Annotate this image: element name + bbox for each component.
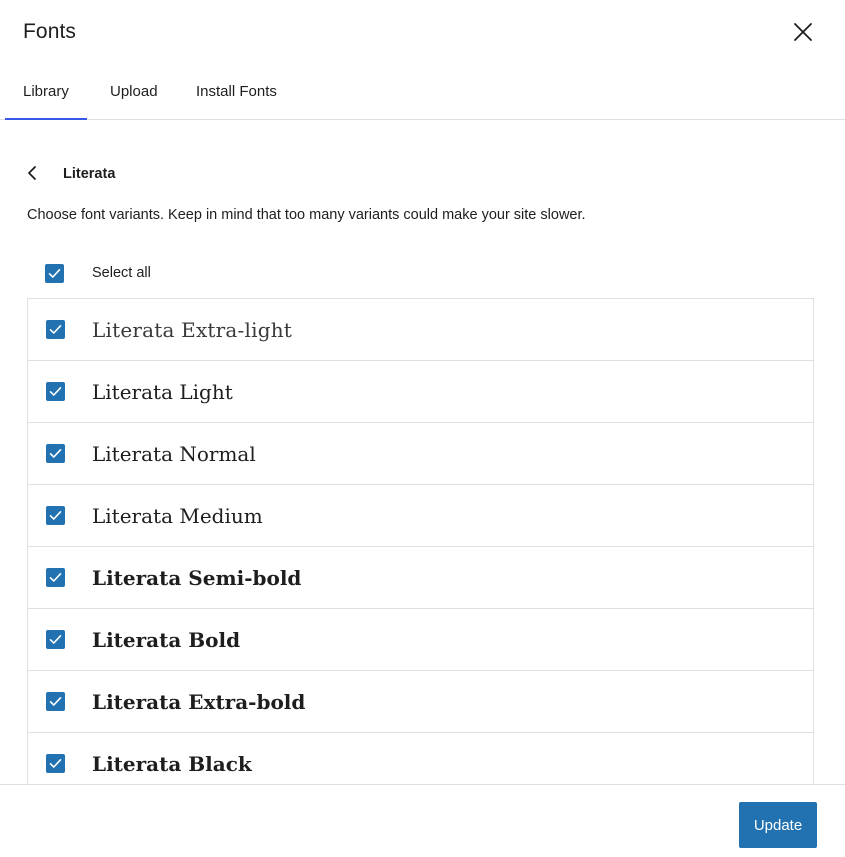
back-button[interactable] <box>26 158 54 190</box>
variant-row-bold[interactable]: Literata Bold <box>28 609 813 671</box>
variant-checkbox[interactable] <box>46 444 65 463</box>
variant-checkbox[interactable] <box>46 692 65 711</box>
variant-row-normal[interactable]: Literata Normal <box>28 423 813 485</box>
close-icon <box>793 22 813 45</box>
checkmark-icon <box>49 635 62 644</box>
variant-row-light[interactable]: Literata Light <box>28 361 813 423</box>
variant-row-semi-bold[interactable]: Literata Semi-bold <box>28 547 813 609</box>
variant-row-extra-light[interactable]: Literata Extra-light <box>28 299 813 361</box>
modal-header: Fonts <box>0 0 845 64</box>
tab-library[interactable]: Library <box>5 64 87 120</box>
checkmark-icon <box>49 387 62 396</box>
variant-label: Literata Extra-bold <box>92 689 306 714</box>
font-variants-list: Literata Extra-light Literata Light Lite… <box>27 298 814 784</box>
update-button[interactable]: Update <box>739 802 817 848</box>
modal-title: Fonts <box>23 20 77 43</box>
checkmark-icon <box>49 759 62 768</box>
checkmark-icon <box>49 325 62 334</box>
checkmark-icon <box>49 449 62 458</box>
variant-checkbox[interactable] <box>46 568 65 587</box>
variants-description: Choose font variants. Keep in mind that … <box>27 207 586 223</box>
checkmark-icon <box>49 697 62 706</box>
variant-label: Literata Black <box>92 751 252 776</box>
variant-label: Literata Semi-bold <box>92 565 302 590</box>
variant-label: Literata Light <box>92 379 233 404</box>
variant-checkbox[interactable] <box>46 382 65 401</box>
variant-row-extra-bold[interactable]: Literata Extra-bold <box>28 671 813 733</box>
fonts-modal: Fonts Library Upload Install Fonts Liter… <box>0 0 845 857</box>
variant-label: Literata Medium <box>92 503 263 528</box>
variant-label: Literata Bold <box>92 627 241 652</box>
select-all-label: Select all <box>92 265 151 281</box>
variant-checkbox[interactable] <box>46 320 65 339</box>
tab-install-fonts[interactable]: Install Fonts <box>178 64 295 120</box>
tab-bar: Library Upload Install Fonts <box>0 64 845 120</box>
checkmark-icon <box>49 511 62 520</box>
close-button[interactable] <box>786 16 820 50</box>
checkmark-icon <box>48 268 61 278</box>
chevron-left-icon <box>26 165 38 184</box>
variant-label: Literata Extra-light <box>92 317 293 342</box>
modal-footer: Update <box>0 784 845 857</box>
variant-label: Literata Normal <box>92 441 256 466</box>
family-header: Literata <box>26 158 115 190</box>
checkmark-icon <box>49 573 62 582</box>
variant-checkbox[interactable] <box>46 754 65 773</box>
variant-checkbox[interactable] <box>46 630 65 649</box>
variant-row-medium[interactable]: Literata Medium <box>28 485 813 547</box>
variant-row-black[interactable]: Literata Black <box>28 733 813 784</box>
select-all-row[interactable]: Select all <box>45 262 151 284</box>
select-all-checkbox[interactable] <box>45 263 64 283</box>
variant-checkbox[interactable] <box>46 506 65 525</box>
tab-upload[interactable]: Upload <box>92 64 176 120</box>
font-family-name: Literata <box>63 166 116 182</box>
